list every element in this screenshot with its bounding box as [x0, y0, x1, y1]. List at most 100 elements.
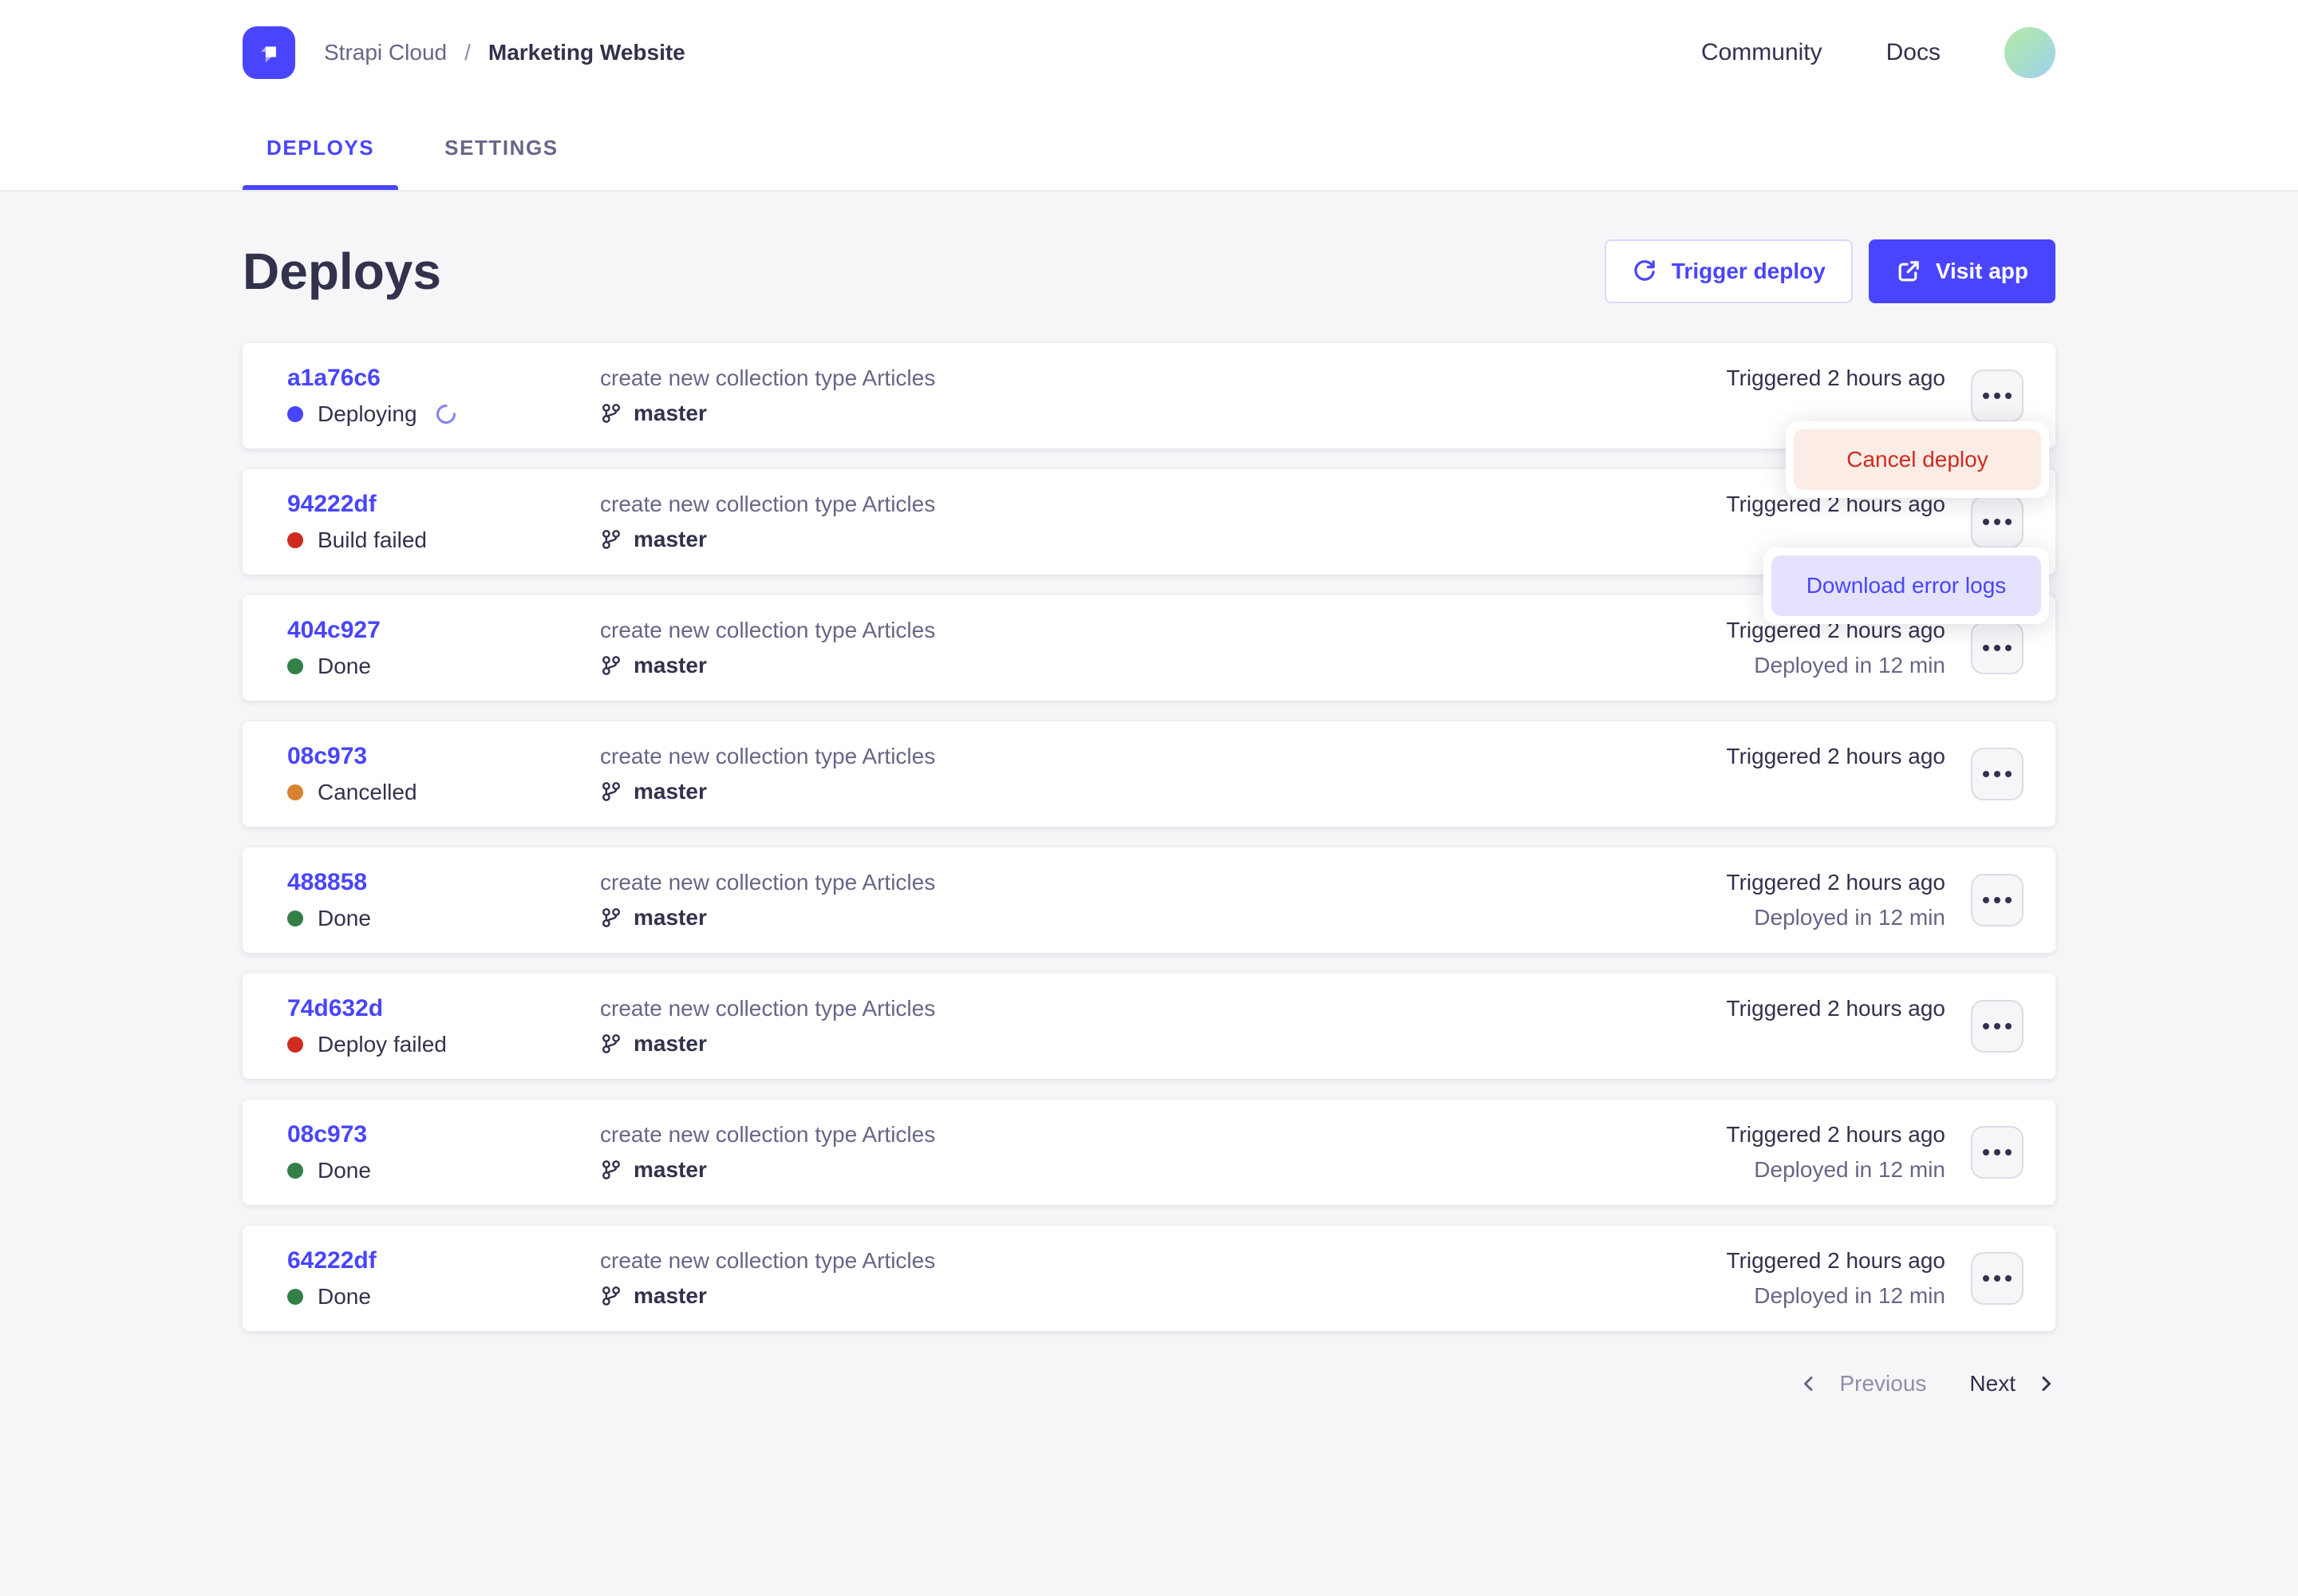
deploy-details: create new collection type Articles mast… [600, 996, 1727, 1057]
deploy-summary: 64222df Done [287, 1247, 600, 1310]
main-content: Deploys Trigger deploy Visit app [0, 239, 2298, 1492]
deploy-row[interactable]: a1a76c6 Deploying create new collection … [243, 343, 2055, 448]
row-menu-popover: Download error logs [1763, 547, 2049, 624]
deploy-row[interactable]: 64222df Done create new collection type … [243, 1226, 2055, 1331]
header-right: Community Docs [1701, 27, 2055, 78]
header: Strapi Cloud / Marketing Website Communi… [0, 0, 2298, 192]
row-menu-button[interactable] [1971, 369, 2024, 422]
status-dot [287, 1037, 303, 1053]
header-top: Strapi Cloud / Marketing Website Communi… [0, 0, 2298, 105]
deploy-times: Triggered 2 hours ago Deployed in 12 min [1727, 1122, 1945, 1183]
cancel-deploy-menu-item[interactable]: Cancel deploy [1794, 429, 2041, 490]
status-label: Done [318, 1284, 371, 1310]
docs-link[interactable]: Docs [1886, 39, 1941, 66]
deploy-details: create new collection type Articles mast… [600, 492, 1727, 552]
triggered-time: Triggered 2 hours ago [1727, 1122, 1945, 1148]
commit-hash-link[interactable]: 64222df [287, 1247, 600, 1274]
breadcrumb-separator: / [464, 40, 471, 65]
breadcrumb-current: Marketing Website [488, 40, 685, 65]
previous-page-button[interactable]: Previous [1839, 1371, 1926, 1396]
trigger-deploy-button[interactable]: Trigger deploy [1605, 239, 1853, 303]
status-dot [287, 1289, 303, 1305]
deployed-duration: Deployed in 12 min [1727, 905, 1945, 930]
branch-name: master [634, 1157, 707, 1183]
commit-message: create new collection type Articles [600, 996, 1727, 1021]
deploy-summary: 08c973 Cancelled [287, 743, 600, 805]
row-menu-button[interactable] [1971, 748, 2024, 800]
branch: master [600, 527, 1727, 552]
branch-name: master [634, 401, 707, 426]
trigger-deploy-label: Trigger deploy [1672, 259, 1826, 284]
strapi-logo-glyph [251, 35, 286, 70]
visit-app-label: Visit app [1936, 259, 2028, 284]
deploy-summary: 08c973 Done [287, 1121, 600, 1183]
visit-app-button[interactable]: Visit app [1869, 239, 2055, 303]
row-menu-button[interactable] [1971, 1252, 2024, 1305]
row-menu-button[interactable] [1971, 622, 2024, 674]
deploy-status: Build failed [287, 527, 600, 553]
strapi-logo[interactable] [243, 26, 295, 79]
chevron-left-icon[interactable] [1799, 1374, 1818, 1393]
breadcrumb: Strapi Cloud / Marketing Website [324, 40, 685, 65]
deploy-row[interactable]: 08c973 Cancelled create new collection t… [243, 721, 2055, 827]
deploy-details: create new collection type Articles mast… [600, 870, 1727, 930]
git-branch-icon [600, 780, 622, 803]
status-label: Build failed [318, 527, 427, 553]
community-link[interactable]: Community [1701, 39, 1822, 66]
git-branch-icon [600, 907, 622, 929]
branch: master [600, 1283, 1727, 1309]
download-error-logs-menu-item[interactable]: Download error logs [1771, 555, 2041, 616]
branch-name: master [634, 779, 707, 804]
strapi-cloud-page: Strapi Cloud / Marketing Website Communi… [0, 0, 2298, 1596]
tab-deploys[interactable]: DEPLOYS [243, 105, 398, 190]
deploy-row[interactable]: 74d632d Deploy failed create new collect… [243, 974, 2055, 1079]
commit-hash-link[interactable]: 08c973 [287, 1121, 600, 1148]
commit-message: create new collection type Articles [600, 1248, 1727, 1274]
deploy-row[interactable]: 488858 Done create new collection type A… [243, 847, 2055, 953]
chevron-right-icon[interactable] [2036, 1374, 2055, 1393]
page-title: Deploys [243, 242, 441, 301]
commit-message: create new collection type Articles [600, 870, 1727, 895]
commit-message: create new collection type Articles [600, 365, 1727, 391]
status-label: Done [318, 1158, 371, 1183]
row-menu-button[interactable] [1971, 1126, 2024, 1179]
deploy-row[interactable]: 08c973 Done create new collection type A… [243, 1100, 2055, 1205]
branch-name: master [634, 653, 707, 678]
commit-hash-link[interactable]: 74d632d [287, 995, 600, 1022]
branch: master [600, 1157, 1727, 1183]
commit-hash-link[interactable]: 94222df [287, 491, 600, 518]
deploy-summary: a1a76c6 Deploying [287, 365, 600, 427]
tab-settings[interactable]: SETTINGS [421, 105, 582, 190]
row-menu-popover: Cancel deploy [1786, 421, 2049, 498]
status-dot [287, 658, 303, 674]
deploy-status: Deploying [287, 401, 600, 427]
commit-message: create new collection type Articles [600, 618, 1727, 643]
git-branch-icon [600, 654, 622, 677]
git-branch-icon [600, 1285, 622, 1307]
refresh-icon [1632, 259, 1657, 284]
avatar[interactable] [2004, 27, 2055, 78]
next-page-button[interactable]: Next [1969, 1371, 2016, 1396]
commit-hash-link[interactable]: 404c927 [287, 617, 600, 644]
row-menu-button[interactable] [1971, 1000, 2024, 1053]
row-menu-button[interactable] [1971, 496, 2024, 548]
commit-hash-link[interactable]: 488858 [287, 869, 600, 896]
deploy-summary: 94222df Build failed [287, 491, 600, 553]
deploy-summary: 488858 Done [287, 869, 600, 931]
row-menu-button[interactable] [1971, 874, 2024, 926]
status-dot [287, 911, 303, 926]
commit-hash-link[interactable]: 08c973 [287, 743, 600, 770]
deployed-duration: Deployed in 12 min [1727, 1283, 1945, 1309]
triggered-time: Triggered 2 hours ago [1727, 996, 1945, 1021]
branch-name: master [634, 1283, 707, 1309]
deployed-duration: Deployed in 12 min [1727, 653, 1945, 678]
external-link-icon [1896, 259, 1921, 284]
status-label: Deploy failed [318, 1032, 447, 1057]
branch: master [600, 653, 1727, 678]
commit-hash-link[interactable]: a1a76c6 [287, 365, 600, 392]
deploy-list: a1a76c6 Deploying create new collection … [243, 343, 2055, 1331]
triggered-time: Triggered 2 hours ago [1727, 365, 1945, 391]
breadcrumb-root[interactable]: Strapi Cloud [324, 40, 447, 65]
status-dot [287, 784, 303, 800]
pagination: Previous Next [243, 1371, 2055, 1492]
